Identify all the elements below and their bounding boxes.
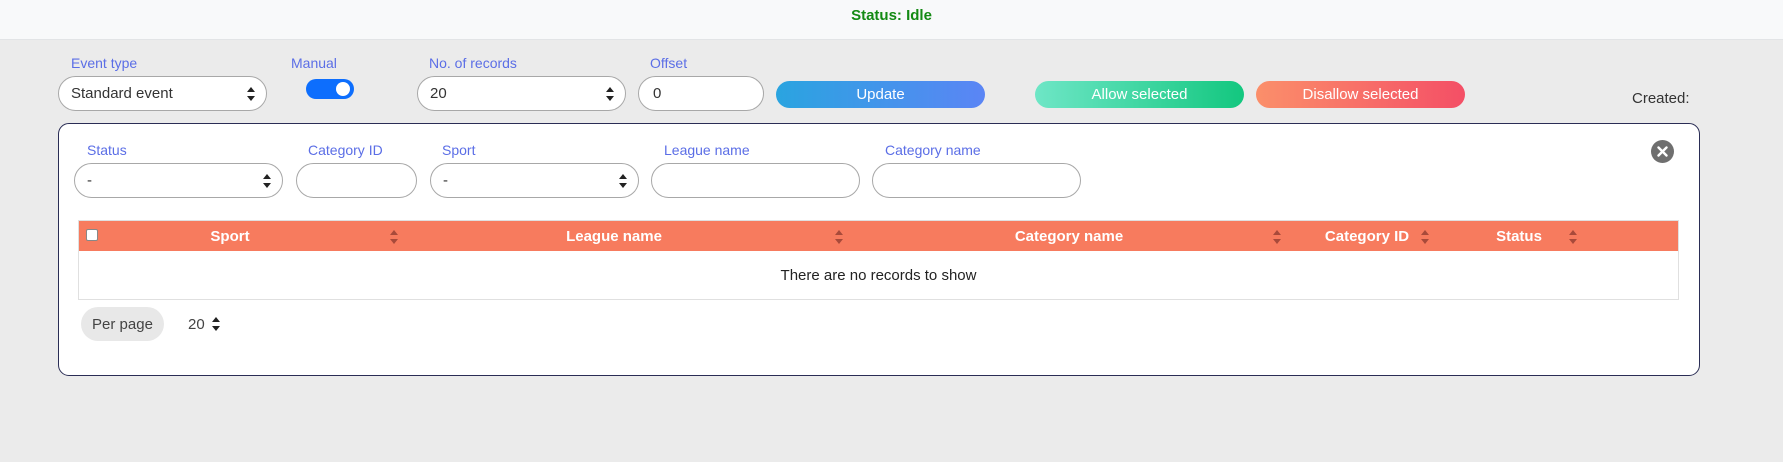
disallow-selected-button[interactable]: Disallow selected: [1256, 81, 1465, 108]
sort-arrows-icon[interactable]: [1420, 229, 1430, 245]
sort-arrows-icon: [246, 86, 256, 102]
allow-selected-button[interactable]: Allow selected: [1035, 81, 1244, 108]
status-filter-value: -: [87, 172, 92, 189]
offset-label: Offset: [650, 55, 688, 71]
event-type-value: Standard event: [71, 85, 173, 102]
column-header-league-name[interactable]: League name: [529, 228, 699, 245]
column-header-status[interactable]: Status: [1469, 228, 1569, 245]
sort-arrows-icon[interactable]: [834, 229, 844, 245]
sort-arrows-icon: [605, 86, 615, 102]
event-type-select[interactable]: Standard event: [58, 76, 267, 111]
records-label: No. of records: [429, 55, 517, 71]
table-header: Sport League name Category name Category…: [79, 221, 1678, 251]
top-status-bar: Status: Idle: [0, 0, 1783, 40]
category-name-filter-label: Category name: [885, 142, 981, 158]
sort-arrows-icon[interactable]: [1568, 229, 1578, 245]
event-type-label: Event type: [71, 55, 138, 71]
manual-toggle[interactable]: [306, 79, 354, 99]
sort-arrows-icon[interactable]: [1272, 229, 1282, 245]
toggle-knob: [336, 82, 350, 96]
records-table: Sport League name Category name Category…: [78, 220, 1679, 300]
per-page-select[interactable]: 20: [180, 307, 234, 341]
league-name-filter-input[interactable]: [651, 163, 860, 198]
per-page-value: 20: [188, 315, 205, 333]
sort-arrows-icon[interactable]: [389, 229, 399, 245]
sort-arrows-icon: [211, 316, 221, 332]
status-text: Status: Idle: [851, 7, 932, 24]
manual-label: Manual: [291, 55, 337, 71]
league-name-filter-label: League name: [664, 142, 750, 158]
created-label: Created:: [1632, 90, 1690, 107]
sort-arrows-icon: [618, 173, 628, 189]
column-header-sport[interactable]: Sport: [165, 228, 295, 245]
sort-arrows-icon: [262, 173, 272, 189]
empty-table-message: There are no records to show: [780, 267, 977, 284]
sport-filter-value: -: [443, 172, 448, 189]
update-button[interactable]: Update: [776, 81, 985, 108]
records-select[interactable]: 20: [417, 76, 626, 111]
offset-input[interactable]: 0: [638, 76, 764, 111]
select-all-checkbox[interactable]: [86, 229, 98, 241]
offset-value: 0: [653, 85, 662, 102]
category-id-filter-input[interactable]: [296, 163, 417, 198]
sport-filter-select[interactable]: -: [430, 163, 639, 198]
status-filter-label: Status: [87, 142, 127, 158]
status-filter-select[interactable]: -: [74, 163, 283, 198]
category-name-filter-input[interactable]: [872, 163, 1081, 198]
column-header-category-name[interactable]: Category name: [974, 228, 1164, 245]
per-page-label: Per page: [81, 307, 164, 341]
column-header-category-id[interactable]: Category ID: [1297, 228, 1437, 245]
records-value: 20: [430, 85, 447, 102]
close-icon[interactable]: [1651, 140, 1674, 163]
sport-filter-label: Sport: [442, 142, 476, 158]
category-id-filter-label: Category ID: [308, 142, 383, 158]
